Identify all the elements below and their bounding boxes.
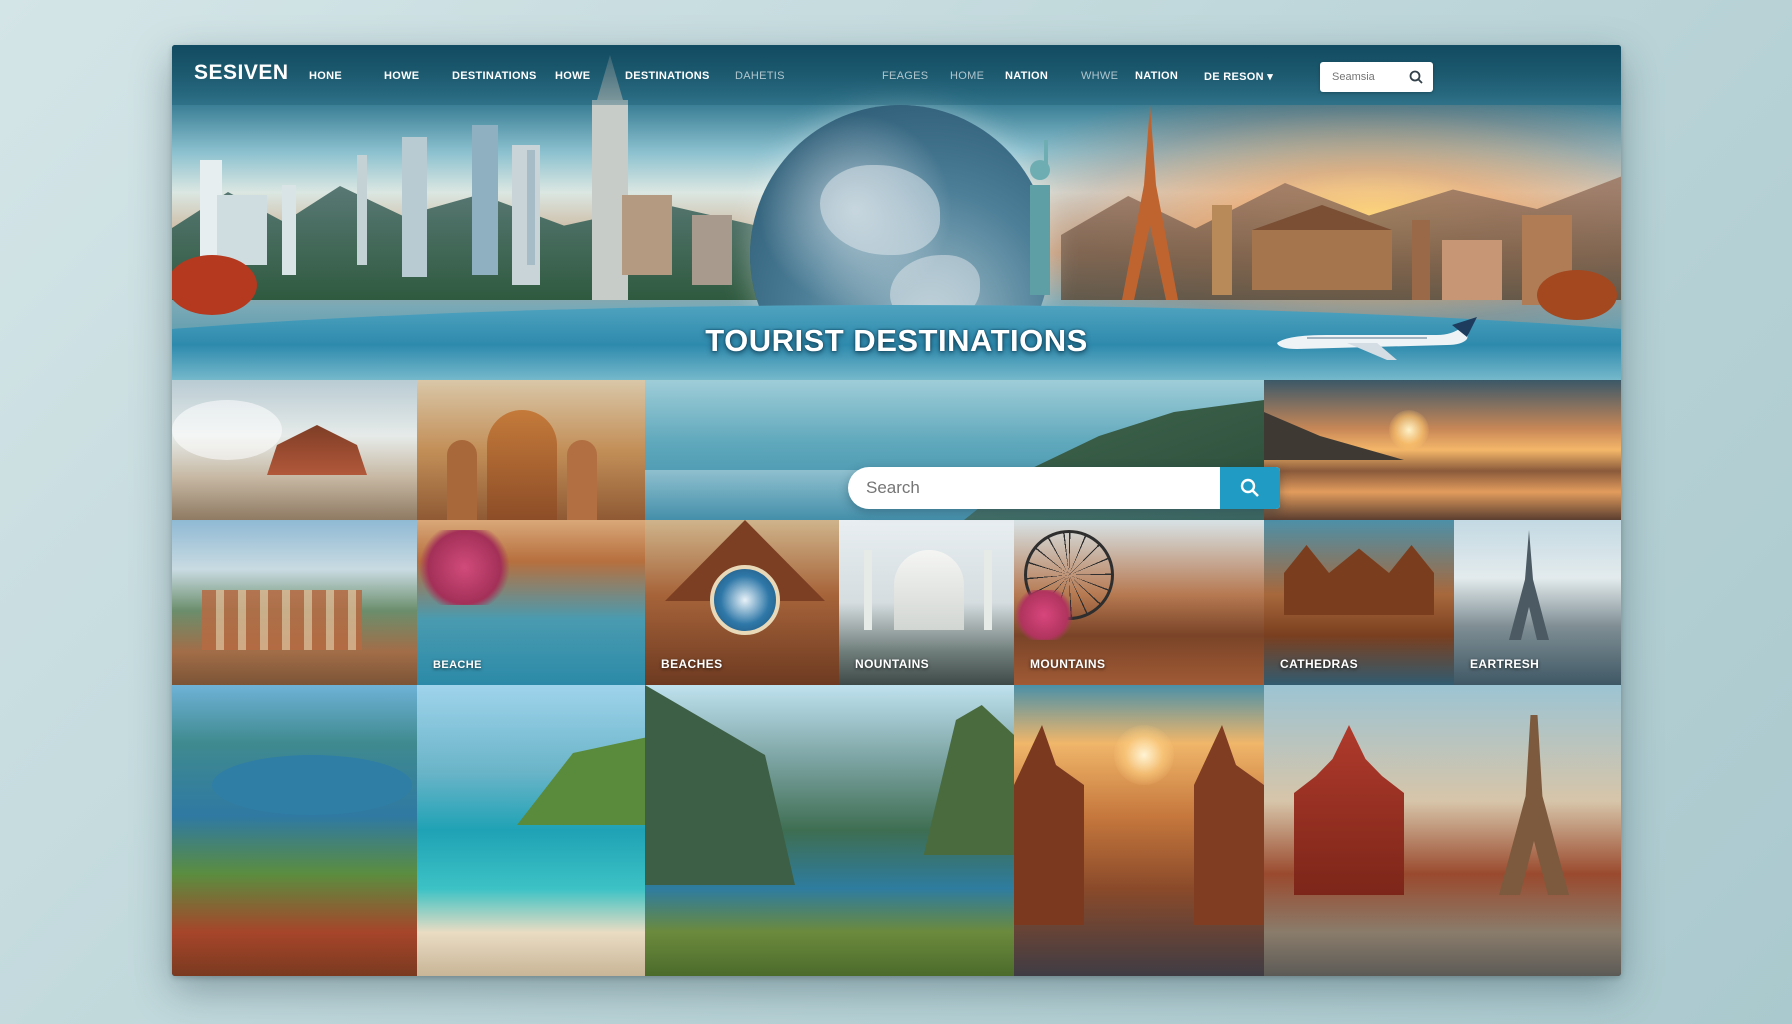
site-logo[interactable]: SESIVEN xyxy=(194,61,289,85)
tile-caption-cathedras: CATHEDRAS xyxy=(1280,657,1359,671)
nav-item-hone[interactable]: HONE xyxy=(309,70,342,82)
search-icon[interactable] xyxy=(1409,70,1423,84)
tile-pool-blossom[interactable]: BEACHE xyxy=(417,520,645,685)
cliff-illustration xyxy=(645,685,795,885)
sun-illustration-2 xyxy=(1114,725,1174,785)
main-search-input[interactable] xyxy=(866,477,1196,499)
tile-caption-beaches: BEACHES xyxy=(661,657,723,671)
church-dome-illustration xyxy=(487,410,557,520)
nav-item-nation-2[interactable]: NATION xyxy=(1135,70,1178,82)
main-search-box xyxy=(848,467,1280,509)
tile-caption-beach-stage: BEACHE xyxy=(433,659,482,671)
nav-search-input[interactable] xyxy=(1332,69,1402,85)
headland-illustration xyxy=(517,735,645,825)
gabled-building-illustration xyxy=(1284,545,1434,615)
eiffel-tower-illustration-2 xyxy=(1499,715,1569,895)
tile-mosque-mountains[interactable]: NOUNTAINS xyxy=(839,520,1014,685)
bay-water-illustration xyxy=(212,755,412,815)
saint-basils-illustration xyxy=(1294,725,1404,895)
tile-canal-cathedras[interactable]: CATHEDRAS xyxy=(1264,520,1454,685)
tile-coastal-bay[interactable] xyxy=(172,685,417,976)
tile-cathedral-beaches[interactable]: BEACHES xyxy=(645,520,839,685)
search-icon xyxy=(1240,478,1259,497)
eiffel-tower-illustration xyxy=(1509,530,1549,640)
nav-item-howe[interactable]: HOWE xyxy=(384,70,419,82)
tile-sunset-lake[interactable] xyxy=(1264,380,1621,520)
minaret-illustration xyxy=(864,550,872,630)
nav-item-dahetis[interactable]: DAHETIS xyxy=(735,70,785,82)
rose-window-illustration xyxy=(710,565,780,635)
top-nav: SESIVEN HONE HOWE DESTINATIONS HOWE DEST… xyxy=(172,45,1621,105)
tile-caption-mountains: MOUNTAINS xyxy=(1030,657,1106,671)
nav-search-box xyxy=(1320,62,1433,92)
mosque-dome-illustration xyxy=(894,550,964,630)
tile-landmarks-collage[interactable] xyxy=(1264,685,1621,976)
nav-item-nation[interactable]: NATION xyxy=(1005,70,1048,82)
temple-illustration xyxy=(267,425,367,475)
minaret-illustration-2 xyxy=(984,550,992,630)
town-illustration xyxy=(202,590,362,650)
church-tower-illustration-2 xyxy=(567,440,597,520)
nav-item-whwe[interactable]: WHWE xyxy=(1081,70,1118,82)
blossom-illustration xyxy=(1014,590,1074,640)
nav-item-destinations-2[interactable]: DESTINATIONS xyxy=(625,70,710,82)
church-tower-illustration xyxy=(447,440,477,520)
cloud-illustration xyxy=(172,400,282,460)
search-button[interactable] xyxy=(1220,467,1280,509)
tile-fjord-valley[interactable] xyxy=(645,685,1014,976)
hill-illustration xyxy=(1264,412,1404,460)
app-window: TOURIST DESTINATIONS SESIVEN HONE HOWE D… xyxy=(172,45,1621,976)
peak-illustration xyxy=(923,705,1014,855)
cherry-blossom-illustration xyxy=(417,530,512,605)
tile-temple-mountain[interactable] xyxy=(172,380,417,520)
tile-hillside-town[interactable] xyxy=(172,520,417,685)
gothic-building-illustration-2 xyxy=(1194,725,1264,925)
nav-item-home[interactable]: HOME xyxy=(950,70,984,82)
tile-caption-nountains: NOUNTAINS xyxy=(855,657,930,671)
tile-orthodox-church[interactable] xyxy=(417,380,645,520)
sun-illustration xyxy=(1389,410,1429,450)
nav-item-howe-2[interactable]: HOWE xyxy=(555,70,590,82)
nav-item-de-reson[interactable]: DE RESON ▾ xyxy=(1204,70,1273,83)
tile-tropical-beach[interactable] xyxy=(417,685,645,976)
gothic-building-illustration xyxy=(1014,725,1084,925)
tile-ferris-mountains[interactable]: MOUNTAINS xyxy=(1014,520,1264,685)
tile-paris-eartresh[interactable]: EARTRESH xyxy=(1454,520,1621,685)
tile-caption-eartresh: EARTRESH xyxy=(1470,657,1540,671)
nav-item-feages[interactable]: FEAGES xyxy=(882,70,928,82)
hero-title: TOURIST DESTINATIONS xyxy=(705,323,1088,358)
tile-sunset-street[interactable] xyxy=(1014,685,1264,976)
nav-item-destinations[interactable]: DESTINATIONS xyxy=(452,70,537,82)
